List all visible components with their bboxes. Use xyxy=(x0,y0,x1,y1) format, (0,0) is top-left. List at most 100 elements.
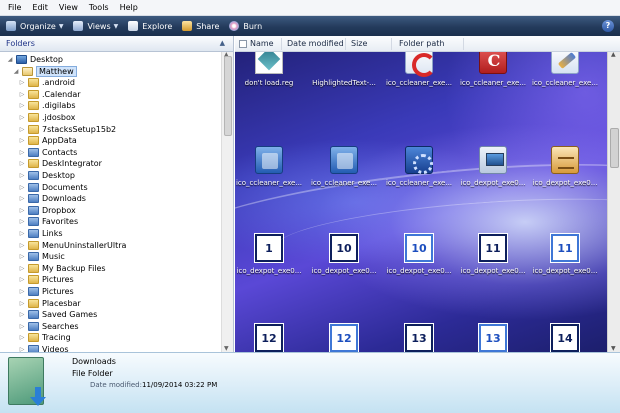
column-date-modified[interactable]: Date modified xyxy=(287,39,344,48)
file-item[interactable]: 10 ico_dexpot_exe0... xyxy=(308,234,380,275)
burn-button[interactable]: Burn xyxy=(229,21,262,31)
folders-scrollbar[interactable]: ▲ ▼ xyxy=(221,51,233,352)
file-item[interactable]: 13 xyxy=(383,324,455,352)
expand-arrow-icon[interactable]: ▷ xyxy=(18,288,26,295)
scroll-down-icon[interactable]: ▼ xyxy=(611,345,616,352)
column-divider[interactable] xyxy=(391,38,392,50)
file-item[interactable]: ico_ccleaner_exe... xyxy=(529,52,601,87)
folder-tree-item[interactable]: ▷ Placesbar xyxy=(18,298,81,309)
column-name[interactable]: Name xyxy=(250,39,274,48)
column-size[interactable]: Size xyxy=(351,39,367,48)
folder-tree-item[interactable]: ◢ Desktop xyxy=(6,54,63,65)
expand-arrow-icon[interactable]: ▷ xyxy=(18,184,26,191)
explore-button[interactable]: Explore xyxy=(128,21,172,31)
file-item[interactable]: 10 ico_dexpot_exe0... xyxy=(383,234,455,275)
expand-arrow-icon[interactable]: ▷ xyxy=(18,230,26,237)
folder-tree-item[interactable]: ▷ 7stacksSetup15b2 xyxy=(18,124,116,135)
folder-tree-item[interactable]: ▷ Favorites xyxy=(18,216,78,227)
scroll-down-icon[interactable]: ▼ xyxy=(224,345,229,352)
expand-arrow-icon[interactable]: ▷ xyxy=(18,253,26,260)
column-divider[interactable] xyxy=(281,38,282,50)
folder-tree-item[interactable]: ▷ Pictures xyxy=(18,286,74,297)
column-folder-path[interactable]: Folder path xyxy=(399,39,444,48)
expand-arrow-icon[interactable]: ▷ xyxy=(18,276,26,283)
expand-arrow-icon[interactable]: ▷ xyxy=(18,334,26,341)
file-item[interactable]: don't load.reg xyxy=(235,52,305,87)
file-list-scrollbar[interactable]: ▲ ▼ xyxy=(607,51,620,352)
file-item[interactable]: 12 xyxy=(235,324,305,352)
file-item[interactable]: 1 ico_dexpot_exe0... xyxy=(235,234,305,275)
scroll-up-icon[interactable]: ▲ xyxy=(611,51,616,58)
folder-tree-item[interactable]: ▷ Downloads xyxy=(18,193,86,204)
file-item[interactable]: ico_ccleaner_exe... xyxy=(235,146,305,187)
folder-tree-item[interactable]: ▷ Saved Games xyxy=(18,309,97,320)
file-item[interactable]: ico_ccleaner_exe... xyxy=(457,52,529,87)
expand-arrow-icon[interactable]: ▷ xyxy=(18,91,26,98)
expand-arrow-icon[interactable]: ▷ xyxy=(18,207,26,214)
expand-arrow-icon[interactable]: ▷ xyxy=(18,102,26,109)
expand-arrow-icon[interactable]: ▷ xyxy=(18,323,26,330)
help-icon[interactable]: ? xyxy=(602,20,614,32)
folders-header[interactable]: Folders ▲ xyxy=(0,36,233,52)
file-item[interactable]: 11 ico_dexpot_exe0... xyxy=(529,234,601,275)
folder-tree-item[interactable]: ▷ Documents xyxy=(18,182,88,193)
expand-arrow-icon[interactable]: ▷ xyxy=(18,242,26,249)
expand-arrow-icon[interactable]: ▷ xyxy=(18,137,26,144)
file-item[interactable]: 12 xyxy=(308,324,380,352)
expand-arrow-icon[interactable]: ▷ xyxy=(18,160,26,167)
folder-tree-item[interactable]: ▷ .jdosbox xyxy=(18,112,75,123)
scrollbar-thumb[interactable] xyxy=(224,56,232,136)
folder-tree-item[interactable]: ▷ Desktop xyxy=(18,170,75,181)
folder-tree-item[interactable]: ▷ DeskIntegrator xyxy=(18,158,102,169)
folder-tree-item[interactable]: ▷ Videos xyxy=(18,344,69,352)
expand-arrow-icon[interactable]: ▷ xyxy=(18,218,26,225)
folder-tree-item[interactable]: ▷ My Backup Files xyxy=(18,263,106,274)
share-button[interactable]: Share xyxy=(182,21,219,31)
collapse-arrow-icon[interactable]: ◢ xyxy=(12,68,20,75)
folder-tree-item[interactable]: ▷ .Calendar xyxy=(18,89,81,100)
views-button[interactable]: Views ▼ xyxy=(73,21,118,31)
folder-tree-item[interactable]: ◢ Matthew xyxy=(12,65,77,77)
file-item[interactable]: HighlightedText-... xyxy=(308,52,380,87)
folder-tree-item[interactable]: ▷ Pictures xyxy=(18,274,74,285)
collapse-arrow-icon[interactable]: ◢ xyxy=(6,56,14,63)
file-item[interactable]: 14 xyxy=(529,324,601,352)
expand-arrow-icon[interactable]: ▷ xyxy=(18,311,26,318)
scrollbar-thumb[interactable] xyxy=(610,128,619,168)
folder-tree-item[interactable]: ▷ .digilabs xyxy=(18,100,76,111)
expand-arrow-icon[interactable]: ▷ xyxy=(18,195,26,202)
column-divider[interactable] xyxy=(463,38,464,50)
folder-tree-item[interactable]: ▷ Searches xyxy=(18,321,79,332)
file-item[interactable]: ico_dexpot_exe0... xyxy=(457,146,529,187)
menu-help[interactable]: Help xyxy=(120,3,138,12)
folder-tree-item[interactable]: ▷ Tracing xyxy=(18,332,71,343)
file-item[interactable]: ico_ccleaner_exe... xyxy=(383,146,455,187)
menu-view[interactable]: View xyxy=(59,3,78,12)
file-item[interactable]: ico_ccleaner_exe... xyxy=(383,52,455,87)
folder-tree-item[interactable]: ▷ .android xyxy=(18,77,75,88)
menu-edit[interactable]: Edit xyxy=(32,3,48,12)
select-all-checkbox[interactable] xyxy=(239,40,247,48)
folder-tree-item[interactable]: ▷ AppData xyxy=(18,135,77,146)
expand-arrow-icon[interactable]: ▷ xyxy=(18,300,26,307)
expand-arrow-icon[interactable]: ▷ xyxy=(18,172,26,179)
organize-button[interactable]: Organize ▼ xyxy=(6,21,63,31)
menu-tools[interactable]: Tools xyxy=(89,3,109,12)
folder-tree-item[interactable]: ▷ Links xyxy=(18,228,63,239)
expand-arrow-icon[interactable]: ▷ xyxy=(18,265,26,272)
chevron-up-icon[interactable]: ▲ xyxy=(220,39,225,47)
file-item[interactable]: 11 ico_dexpot_exe0... xyxy=(457,234,529,275)
menu-file[interactable]: File xyxy=(8,3,21,12)
folder-tree-item[interactable]: ▷ MenuUninstallerUltra xyxy=(18,240,126,251)
folder-tree-item[interactable]: ▷ Contacts xyxy=(18,147,77,158)
expand-arrow-icon[interactable]: ▷ xyxy=(18,126,26,133)
expand-arrow-icon[interactable]: ▷ xyxy=(18,149,26,156)
folder-tree-item[interactable]: ▷ Music xyxy=(18,251,65,262)
expand-arrow-icon[interactable]: ▷ xyxy=(18,79,26,86)
file-item[interactable]: 13 xyxy=(457,324,529,352)
folder-tree-item[interactable]: ▷ Dropbox xyxy=(18,205,76,216)
file-item[interactable]: ico_dexpot_exe0... xyxy=(529,146,601,187)
expand-arrow-icon[interactable]: ▷ xyxy=(18,114,26,121)
file-item[interactable]: ico_ccleaner_exe... xyxy=(308,146,380,187)
column-divider[interactable] xyxy=(345,38,346,50)
